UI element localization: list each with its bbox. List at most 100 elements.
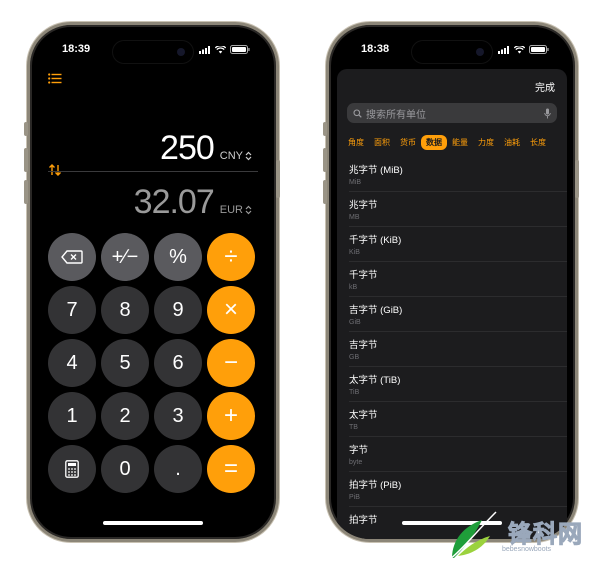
chevron-up-down-icon [245, 151, 252, 161]
category-tab[interactable]: 能量 [447, 135, 473, 150]
chevron-up-down-icon [245, 205, 252, 215]
list-menu-icon[interactable] [48, 73, 62, 84]
wifi-icon [215, 45, 226, 53]
source-amount: 250 [160, 129, 215, 167]
search-placeholder: 搜索所有单位 [366, 109, 426, 121]
equals-key[interactable]: = [207, 445, 255, 493]
divide-key[interactable]: ÷ [207, 233, 255, 281]
digit-6-key[interactable]: 6 [154, 339, 202, 387]
right-phone: 18:38 完成 搜索所有单位 角度 面积 货币 数据 能量 力度 油耗 长度 兆字节 (Mi… [326, 22, 578, 542]
swap-arrows-icon[interactable] [48, 163, 62, 177]
unit-abbreviation: GB [349, 354, 360, 361]
category-tab[interactable]: 长度 [525, 135, 551, 150]
category-tab[interactable]: 角度 [343, 135, 369, 150]
unit-name: 千字节 (KiB) [349, 235, 402, 246]
category-tab[interactable]: 数据 [421, 134, 447, 150]
unit-list-item[interactable]: 太字节 TB [337, 402, 567, 437]
done-button[interactable]: 完成 [535, 79, 555, 94]
backspace-icon [61, 250, 83, 264]
watermark: 锋科网 bebesnowboots [446, 510, 596, 560]
left-phone-volume-up [24, 148, 28, 172]
unit-name: 兆字节 (MiB) [349, 165, 403, 176]
status-bar: 18:38 [329, 43, 575, 59]
multiply-key-label: × [223, 296, 238, 323]
digit-9-key-label: 9 [172, 298, 184, 321]
unit-search-field[interactable]: 搜索所有单位 [347, 103, 557, 123]
unit-list-item[interactable]: 兆字节 MB [337, 192, 567, 227]
minus-key-label: − [223, 349, 238, 376]
home-indicator[interactable] [103, 521, 203, 525]
digit-5-key[interactable]: 5 [101, 339, 149, 387]
watermark-text: 锋科网 [508, 521, 583, 549]
unit-list-item[interactable]: 吉字节 GB [337, 332, 567, 367]
unit-list-item[interactable]: 千字节 (KiB) KiB [337, 227, 567, 262]
left-phone-power-button [276, 160, 280, 198]
digit-8-key-label: 8 [119, 298, 131, 321]
digit-3-key[interactable]: 3 [154, 392, 202, 440]
digit-7-key[interactable]: 7 [48, 286, 96, 334]
unit-list-item[interactable]: 兆字节 (MiB) MiB [337, 157, 567, 192]
left-phone-action-button [24, 122, 28, 136]
target-currency-selector[interactable]: EUR [220, 204, 252, 216]
status-bar: 18:39 [30, 43, 276, 59]
unit-name: 兆字节 [349, 200, 378, 211]
category-tab[interactable]: 力度 [473, 135, 499, 150]
source-currency-selector[interactable]: CNY [220, 150, 252, 162]
category-tab[interactable]: 油耗 [499, 135, 525, 150]
calculator-mode-key[interactable] [48, 445, 96, 493]
unit-name: 太字节 [349, 410, 378, 421]
right-phone-volume-up [323, 148, 327, 172]
unit-abbreviation: GiB [349, 319, 361, 326]
decimal-key-label: . [175, 457, 181, 480]
digit-2-key[interactable]: 2 [101, 392, 149, 440]
divide-key-label: ÷ [224, 243, 238, 270]
category-tabs: 角度 面积 货币 数据 能量 力度 油耗 长度 [337, 133, 567, 151]
digit-4-key[interactable]: 4 [48, 339, 96, 387]
plus-key[interactable]: + [207, 392, 255, 440]
status-time: 18:39 [62, 43, 91, 55]
keypad: +∕−% ÷ 7 8 9 × 4 5 6 − 1 2 3 +0. = [48, 233, 260, 493]
decimal-key[interactable]: . [154, 445, 202, 493]
target-amount: 32.07 [133, 183, 215, 221]
digit-2-key-label: 2 [119, 404, 131, 427]
left-phone: 18:39 250 CNY 32.07 EUR +∕−% ÷ 7 8 9 × 4 5 6 − 1 2 3… [27, 22, 279, 542]
minus-key[interactable]: − [207, 339, 255, 387]
digit-8-key[interactable]: 8 [101, 286, 149, 334]
digit-1-key-label: 1 [66, 404, 78, 427]
plus-key-label: + [223, 402, 238, 429]
unit-name: 吉字节 (GiB) [349, 305, 403, 316]
wifi-icon [514, 45, 525, 53]
unit-abbreviation: kB [349, 284, 358, 291]
digit-0-key[interactable]: 0 [101, 445, 149, 493]
backspace-key[interactable] [48, 233, 96, 281]
category-tab[interactable]: 货币 [395, 135, 421, 150]
multiply-key[interactable]: × [207, 286, 255, 334]
target-amount-row[interactable]: 32.07 EUR [30, 183, 276, 222]
unit-list-item[interactable]: 吉字节 (GiB) GiB [337, 297, 567, 332]
cellular-signal-icon [199, 45, 210, 54]
plus-minus-key-label: +∕− [111, 245, 139, 268]
battery-icon [230, 45, 250, 54]
equals-key-label: = [223, 455, 238, 482]
category-tab[interactable]: 面积 [369, 135, 395, 150]
unit-list-item[interactable]: 千字节 kB [337, 262, 567, 297]
battery-icon [529, 45, 549, 54]
plus-minus-key[interactable]: +∕− [101, 233, 149, 281]
unit-abbreviation: MB [349, 214, 360, 221]
leaf-logo-icon [449, 511, 497, 560]
unit-list-item[interactable]: 太字节 (TiB) TiB [337, 367, 567, 402]
digit-4-key-label: 4 [66, 351, 78, 374]
digit-1-key[interactable]: 1 [48, 392, 96, 440]
unit-abbreviation: KiB [349, 249, 360, 256]
digit-9-key[interactable]: 9 [154, 286, 202, 334]
unit-name: 千字节 [349, 270, 378, 281]
unit-list-item[interactable]: 字节 byte [337, 437, 567, 472]
unit-list-item[interactable]: 拍字节 (PiB) PiB [337, 472, 567, 507]
search-icon [353, 108, 362, 118]
unit-abbreviation: PiB [349, 494, 360, 501]
unit-list: 兆字节 (MiB) MiB 兆字节 MB 千字节 (KiB) KiB 千字节 kB 吉字节 (G… [337, 157, 567, 539]
percent-key[interactable]: % [154, 233, 202, 281]
microphone-icon[interactable] [544, 108, 551, 119]
source-amount-row[interactable]: 250 CNY [30, 129, 276, 168]
unit-abbreviation: TiB [349, 389, 360, 396]
